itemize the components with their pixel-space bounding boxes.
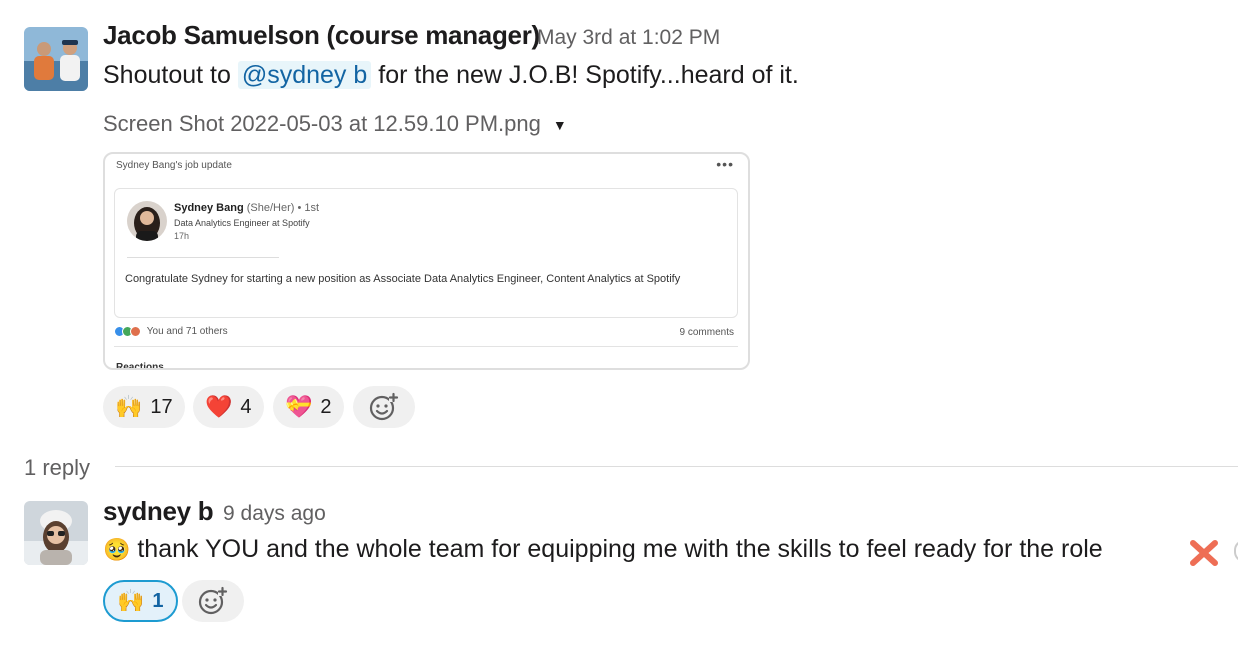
preview-reactions: You and 71 others [114,326,228,337]
sparkle-x-icon [1190,540,1218,566]
raised-hands-icon: 🙌 [115,394,143,419]
reaction-heart-badge[interactable]: 💝 2 [273,386,344,428]
thread-divider [115,466,1238,467]
more-options-icon: ••• [716,156,734,172]
message-timestamp[interactable]: 9 days ago [223,502,326,526]
reaction-raised-hands[interactable]: 🙌 17 [103,386,185,428]
preview-time: 17h [174,231,190,241]
reaction-red-heart[interactable]: ❤️ 4 [193,386,264,428]
preview-divider [127,257,279,258]
preview-name-text: Sydney Bang [174,202,244,214]
reaction-count: 17 [150,395,173,418]
user-mention[interactable]: @sydney b [237,61,372,89]
reaction-count: 2 [320,395,332,418]
caret-down-icon[interactable]: ▼ [553,117,567,133]
add-emoji-icon [198,586,228,615]
preview-profile-photo [127,201,167,241]
message-text: 🥹 thank YOU and the whole team for equip… [103,535,1103,564]
heart-badge-icon: 💝 [285,394,313,419]
add-reaction-button[interactable] [182,580,244,622]
preview-comments: 9 comments [679,327,734,338]
message-text-start: Shoutout to [103,61,231,89]
reaction-count: 1 [152,589,164,612]
message-text: Shoutout to @sydney b for the new J.O.B!… [103,61,799,90]
preview-role: Data Analytics Engineer at Spotify [174,218,310,228]
attachment-filename[interactable]: Screen Shot 2022-05-03 at 12.59.10 PM.pn… [103,111,567,137]
preview-body: Congratulate Sydney for starting a new p… [125,273,681,285]
love-icon [130,326,141,337]
raised-hands-icon: 🙌 [117,588,145,613]
preview-divider-2 [114,346,738,347]
thread-reply-count[interactable]: 1 reply [24,455,90,481]
reaction-count: 4 [240,395,252,418]
add-reaction-button[interactable] [353,386,415,428]
preview-card: Sydney Bang (She/Her) • 1st Data Analyti… [114,188,738,318]
preview-header: Sydney Bang's job update [116,160,232,171]
pleading-face-icon: 🥹 [103,537,131,562]
message-text-end: for the new J.O.B! Spotify...heard of it… [378,61,799,89]
avatar-sydney[interactable] [24,501,88,565]
author-name[interactable]: sydney b [103,496,214,527]
truncated-emoji-icon [1234,540,1238,562]
attachment-filename-text: Screen Shot 2022-05-03 at 12.59.10 PM.pn… [103,111,541,136]
preview-cutoff-label: Reactions [116,362,164,370]
message-text-content: thank YOU and the whole team for equippi… [137,535,1103,563]
preview-pronouns: (She/Her) • 1st [246,202,320,214]
preview-name: Sydney Bang (She/Her) • 1st [174,202,319,214]
add-emoji-icon [369,392,399,421]
message-timestamp[interactable]: May 3rd at 1:02 PM [537,26,720,50]
attachment-image-preview[interactable]: Sydney Bang's job update ••• Sydney Bang… [103,152,750,370]
preview-reactions-text: You and 71 others [146,326,228,338]
red-heart-icon: ❤️ [205,394,233,419]
reaction-raised-hands[interactable]: 🙌 1 [103,580,178,622]
author-name[interactable]: Jacob Samuelson (course manager) [103,20,540,51]
avatar-jacob[interactable] [24,27,88,91]
